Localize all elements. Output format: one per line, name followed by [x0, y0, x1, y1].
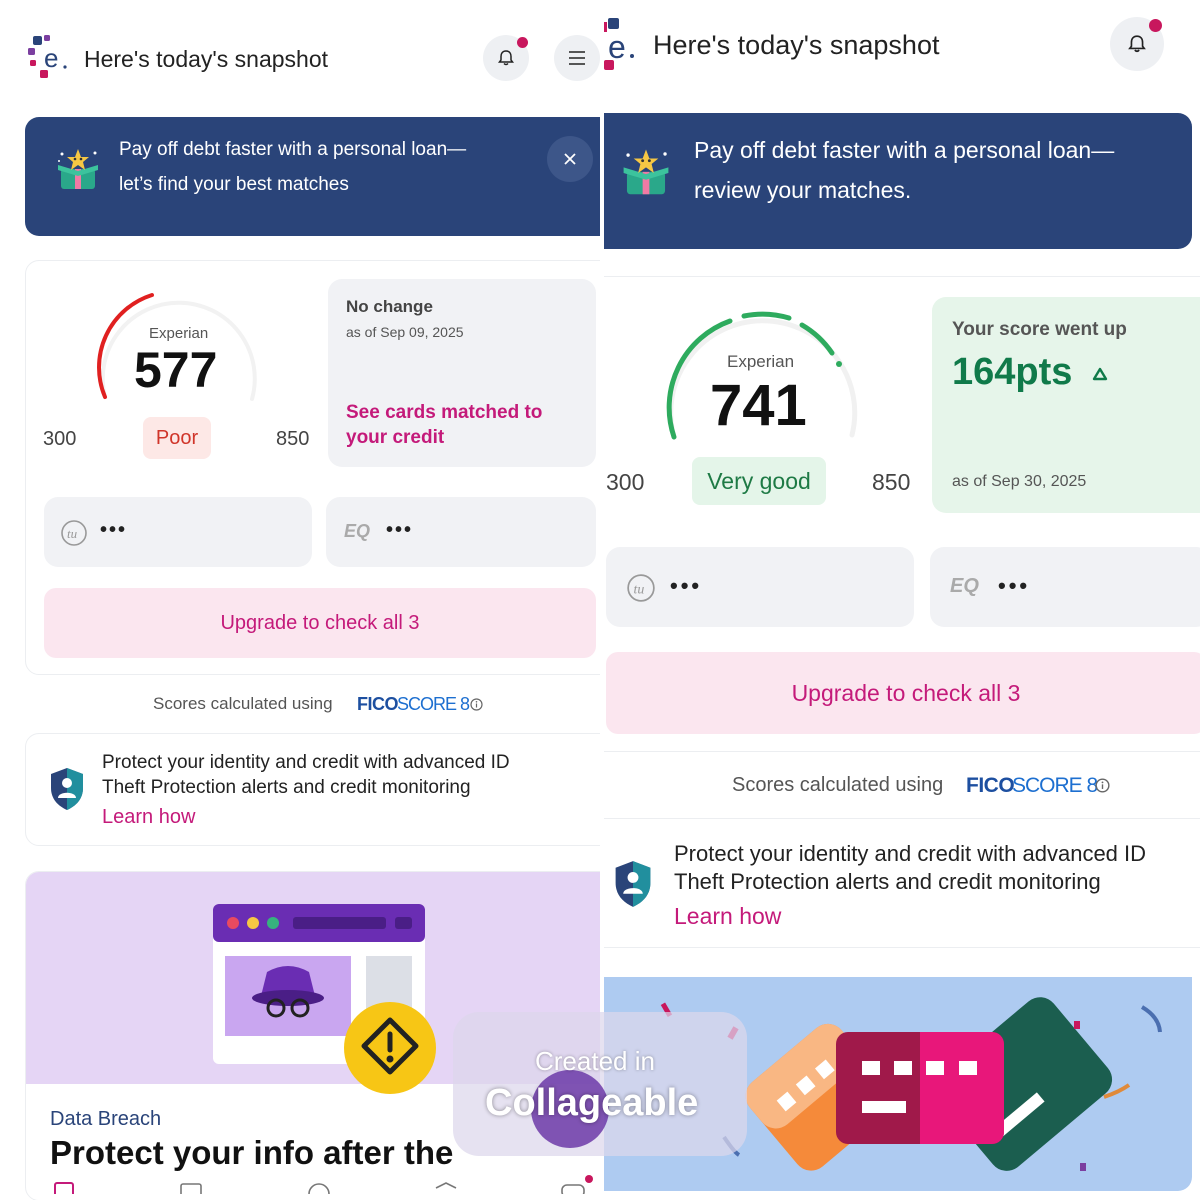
watermark-line2: Collageable	[485, 1082, 699, 1124]
range-min: 300	[606, 469, 645, 495]
personal-loan-banner[interactable]: Pay off debt faster with a personal loan…	[25, 117, 600, 236]
article-headline: Protect your info after the	[50, 1134, 454, 1171]
bureau-name: Experian	[727, 352, 795, 371]
identity-text-line1: Protect your identity and credit with ad…	[674, 841, 1147, 866]
score-change-title: No change	[346, 297, 433, 316]
banner-text-line2: review your matches.	[694, 177, 912, 203]
info-icon[interactable]	[1095, 778, 1110, 793]
fico-product: SCORE 8	[1012, 774, 1098, 797]
transunion-score-box[interactable]: tu •••	[606, 547, 914, 627]
hamburger-icon	[569, 51, 585, 65]
more-nav-icon[interactable]	[560, 1182, 586, 1194]
score-rating-badge: Poor	[143, 417, 211, 459]
fico-prefix: Scores calculated using	[732, 774, 944, 796]
score-change-title: Your score went up	[952, 319, 1127, 340]
warning-icon	[344, 1002, 436, 1094]
protect-nav-icon[interactable]	[434, 1182, 458, 1194]
see-cards-link-line2[interactable]: your credit	[346, 427, 444, 449]
fico-brand: FICO	[966, 774, 1015, 797]
page-title: Here's today's snapshot	[84, 46, 329, 72]
svg-text:tu: tu	[67, 526, 78, 541]
transunion-score-box[interactable]: tu •••	[44, 497, 312, 567]
banner-text-line1: Pay off debt faster with a personal loan…	[694, 137, 1115, 163]
bell-icon	[1128, 35, 1146, 53]
score-change-value: 164pts	[952, 351, 1073, 393]
bottom-nav	[0, 1175, 600, 1200]
equifax-score-box[interactable]: EQ •••	[930, 547, 1200, 627]
fico-prefix: Scores calculated using	[153, 694, 333, 713]
equifax-score-hidden: •••	[386, 519, 414, 541]
transunion-logo-icon: tu	[627, 574, 655, 602]
credit-score-card: Experian 577 300 Poor 850 No change as o…	[25, 260, 600, 675]
offers-nav-icon[interactable]	[179, 1182, 203, 1194]
identity-text-line2: Theft Protection alerts and credit monit…	[674, 869, 1101, 894]
range-min: 300	[43, 428, 77, 450]
equifax-score-box[interactable]: EQ •••	[326, 497, 596, 567]
transunion-logo-icon: tu	[61, 520, 87, 546]
equifax-logo-icon: EQ	[950, 575, 979, 597]
shield-icon	[51, 768, 83, 810]
learn-how-link[interactable]: Learn how	[102, 806, 195, 829]
score-rating-badge: Very good	[692, 457, 826, 505]
experian-logo[interactable]: e	[28, 34, 70, 82]
score-rating: Poor	[155, 426, 199, 449]
watermark-badge: Created in Collageable	[453, 1012, 747, 1156]
identity-text-line2: Theft Protection alerts and credit monit…	[102, 777, 471, 798]
range-max: 850	[276, 428, 310, 450]
close-banner-button[interactable]	[547, 136, 593, 182]
shield-icon	[615, 861, 651, 907]
nav-badge	[585, 1175, 593, 1183]
fico-product: SCORE 8	[397, 694, 470, 714]
banner-text-line1: Pay off debt faster with a personal loan…	[119, 139, 467, 160]
credit-score-card: Experian 741 300 Very good 850 Your scor…	[604, 276, 1200, 752]
score-change-date: as of Sep 09, 2025	[346, 324, 464, 340]
upgrade-label: Upgrade to check all 3	[791, 679, 1021, 706]
menu-button[interactable]	[554, 35, 600, 81]
transunion-score-hidden: •••	[670, 573, 703, 598]
experian-logo[interactable]: e	[604, 16, 638, 74]
identity-protection-card[interactable]: Protect your identity and credit with ad…	[25, 733, 600, 846]
score-change-date: as of Sep 30, 2025	[952, 473, 1087, 490]
page-title: Here's today's snapshot	[653, 30, 940, 60]
score-change-box[interactable]: Your score went up 164pts as of Sep 30, …	[932, 297, 1200, 513]
bureau-name: Experian	[149, 325, 209, 342]
personal-loan-banner[interactable]: Pay off debt faster with a personal loan…	[604, 113, 1192, 249]
upgrade-button[interactable]: Upgrade to check all 3	[606, 652, 1200, 734]
info-icon[interactable]	[470, 698, 483, 711]
credit-nav-icon[interactable]	[307, 1182, 331, 1194]
range-max: 850	[872, 469, 911, 495]
fico-brand: FICO	[357, 694, 399, 714]
upgrade-label: Upgrade to check all 3	[220, 611, 420, 634]
svg-text:e: e	[608, 29, 626, 65]
home-nav-icon[interactable]	[53, 1182, 75, 1194]
notification-badge	[1149, 19, 1162, 32]
identity-protection-card[interactable]: Protect your identity and credit with ad…	[604, 818, 1200, 948]
see-cards-link-line1[interactable]: See cards matched to	[346, 402, 542, 424]
gift-box-icon	[623, 149, 669, 195]
gift-box-icon	[58, 149, 98, 189]
identity-text-line1: Protect your identity and credit with ad…	[102, 752, 510, 773]
credit-score: 577	[134, 342, 218, 398]
svg-text:tu: tu	[634, 582, 645, 597]
article-category: Data Breach	[50, 1108, 162, 1130]
arrow-up-icon	[1092, 367, 1108, 381]
watermark-line1: Created in	[535, 1046, 655, 1076]
learn-how-link[interactable]: Learn how	[674, 903, 781, 930]
equifax-score-hidden: •••	[998, 573, 1031, 598]
bell-icon	[498, 50, 514, 66]
equifax-logo-icon: EQ	[344, 521, 371, 541]
svg-text:e: e	[44, 43, 58, 73]
upgrade-button[interactable]: Upgrade to check all 3	[44, 588, 596, 658]
credit-score: 741	[710, 373, 807, 438]
banner-text-line2: let’s find your best matches	[119, 174, 349, 195]
score-change-box[interactable]: No change as of Sep 09, 2025 See cards m…	[328, 279, 596, 467]
close-icon	[564, 153, 576, 165]
transunion-score-hidden: •••	[100, 519, 128, 541]
score-rating: Very good	[707, 467, 811, 494]
notification-badge	[517, 37, 528, 48]
